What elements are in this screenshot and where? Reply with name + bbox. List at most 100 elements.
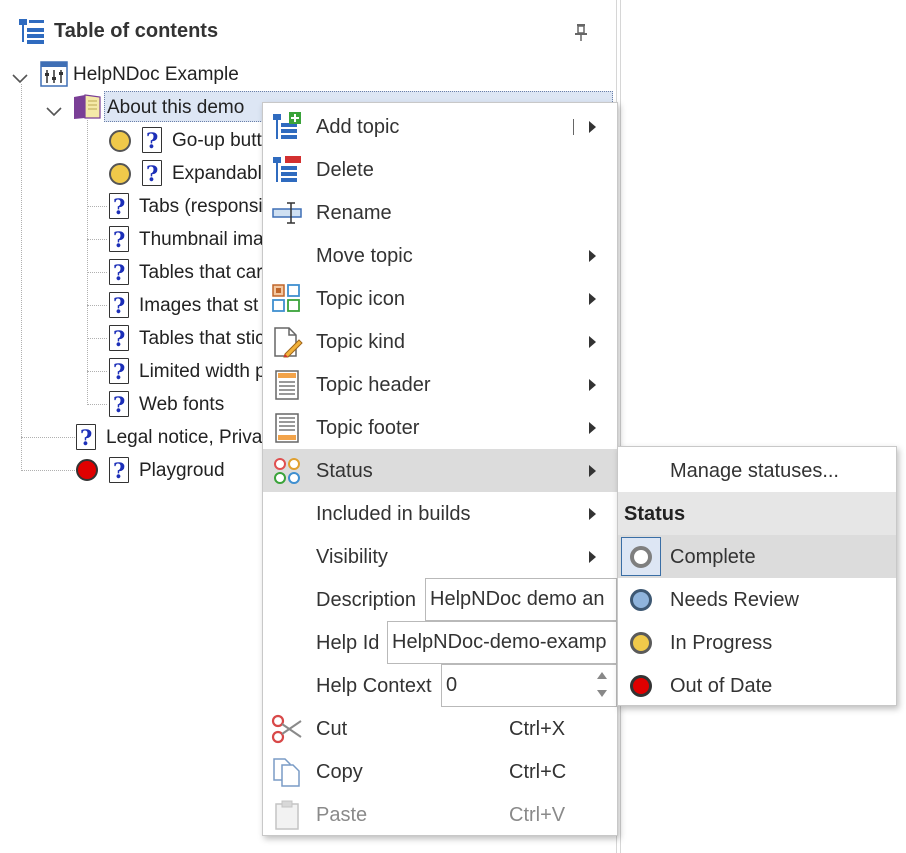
status-out-of-date-icon xyxy=(76,459,98,481)
submenu-arrow-icon xyxy=(589,293,596,305)
menu-label: Needs Review xyxy=(670,589,799,611)
menu-label: Copy xyxy=(316,761,363,783)
topic-icon xyxy=(109,193,129,219)
tree-item-label: Tabs (responsi xyxy=(139,196,263,217)
menu-add-topic[interactable]: Add topic xyxy=(263,105,617,148)
status-out-of-date[interactable]: Out of Date xyxy=(618,664,896,707)
status-in-progress[interactable]: In Progress xyxy=(618,621,896,664)
menu-cut[interactable]: Cut Ctrl+X xyxy=(263,707,617,750)
status-in-progress-icon xyxy=(109,130,131,152)
tree-item[interactable]: Web fonts xyxy=(0,390,270,420)
description-label: Description xyxy=(316,589,417,611)
pin-icon[interactable] xyxy=(572,22,590,48)
status-complete-icon xyxy=(630,546,652,568)
split-divider xyxy=(573,119,574,135)
menu-included-in-builds[interactable]: Included in builds xyxy=(263,492,617,535)
topic-icon xyxy=(76,424,96,450)
shortcut-label: Ctrl+C xyxy=(509,761,567,783)
tree-item-label: Tables that car xyxy=(139,262,263,283)
help-id-field[interactable]: HelpNDoc-demo-examp xyxy=(387,621,617,664)
tree-item-label: Playgroud xyxy=(139,460,225,481)
menu-topic-kind[interactable]: Topic kind xyxy=(263,320,617,363)
toc-icon xyxy=(18,18,46,52)
menu-move-topic[interactable]: Move topic xyxy=(263,234,617,277)
topic-icon xyxy=(109,226,129,252)
tree-item[interactable]: Go-up butt xyxy=(0,126,270,156)
tree-item[interactable]: Limited width p xyxy=(0,357,270,387)
menu-visibility[interactable]: Visibility xyxy=(263,535,617,578)
menu-rename[interactable]: Rename xyxy=(263,191,617,234)
submenu-arrow-icon xyxy=(589,422,596,434)
tree-item-label: Thumbnail ima xyxy=(139,229,264,250)
menu-help-id: Help Id HelpNDoc-demo-examp xyxy=(263,621,617,664)
menu-status[interactable]: Status xyxy=(263,449,617,492)
editor-area xyxy=(620,0,906,853)
submenu-arrow-icon xyxy=(589,508,596,520)
delete-topic-icon xyxy=(271,154,303,186)
menu-label: Topic icon xyxy=(316,288,405,310)
status-group-header: Status xyxy=(618,492,896,535)
menu-label: Move topic xyxy=(316,245,413,267)
submenu-arrow-icon xyxy=(589,551,596,563)
menu-label: Visibility xyxy=(316,546,388,568)
status-needs-review[interactable]: Needs Review xyxy=(618,578,896,621)
tree-item-label: Tables that stic xyxy=(139,328,265,349)
status-complete[interactable]: Complete xyxy=(618,535,896,578)
menu-topic-icon[interactable]: Topic icon xyxy=(263,277,617,320)
tree-item[interactable]: Tables that car xyxy=(0,258,270,288)
menu-topic-footer[interactable]: Topic footer xyxy=(263,406,617,449)
chevron-down-icon[interactable] xyxy=(12,68,28,90)
page-footer-icon xyxy=(271,412,303,444)
paste-icon xyxy=(271,799,303,831)
page-header-icon xyxy=(271,369,303,401)
help-context-field[interactable]: 0 xyxy=(441,664,617,707)
tree-item[interactable]: Tabs (responsi xyxy=(0,192,270,222)
submenu-arrow-icon xyxy=(589,379,596,391)
menu-help-context: Help Context 0 xyxy=(263,664,617,707)
spin-down-icon[interactable] xyxy=(597,690,607,697)
menu-description: Description HelpNDoc demo an xyxy=(263,578,617,621)
chevron-down-icon[interactable] xyxy=(46,101,62,123)
menu-label: Delete xyxy=(316,159,374,181)
topic-icon xyxy=(109,358,129,384)
menu-label: Topic footer xyxy=(316,417,420,439)
menu-copy[interactable]: Copy Ctrl+C xyxy=(263,750,617,793)
tree-item-label: Web fonts xyxy=(139,394,225,415)
shortcut-label: Ctrl+V xyxy=(509,804,566,826)
book-icon xyxy=(72,94,102,126)
submenu-arrow-icon xyxy=(589,250,596,262)
description-field[interactable]: HelpNDoc demo an xyxy=(425,578,617,621)
status-in-progress-icon xyxy=(630,632,652,654)
tree-item[interactable]: Images that st xyxy=(0,291,270,321)
help-id-label: Help Id xyxy=(316,632,380,654)
panel-header: Table of contents xyxy=(0,12,617,52)
tree-item[interactable]: Expandabl xyxy=(0,159,270,189)
document-edit-icon xyxy=(271,326,303,358)
tree-item-label: Legal notice, Privac xyxy=(106,427,272,448)
topic-icon xyxy=(142,160,162,186)
menu-label: Manage statuses... xyxy=(670,460,839,482)
menu-label: Rename xyxy=(316,202,392,224)
copy-icon xyxy=(271,756,303,788)
add-topic-icon xyxy=(271,111,303,143)
menu-label: In Progress xyxy=(670,632,773,654)
status-needs-review-icon xyxy=(630,589,652,611)
tree-item-playground[interactable]: Playgroud xyxy=(0,456,270,486)
help-context-label: Help Context xyxy=(316,675,432,697)
menu-delete[interactable]: Delete xyxy=(263,148,617,191)
menu-label: Cut xyxy=(316,718,348,740)
tree-item[interactable]: Tables that stic xyxy=(0,324,270,354)
menu-manage-statuses[interactable]: Manage statuses... xyxy=(618,449,896,492)
spin-up-icon[interactable] xyxy=(597,672,607,679)
menu-label: Included in builds xyxy=(316,503,471,525)
tree-item-root[interactable]: HelpNDoc Example xyxy=(0,60,400,90)
submenu-arrow-icon xyxy=(589,121,596,133)
tree-item-legal[interactable]: Legal notice, Privac xyxy=(0,423,272,453)
tree-item-label: HelpNDoc Example xyxy=(73,64,239,85)
context-menu: Add topic Delete Rename Move topic Topic… xyxy=(262,102,618,836)
menu-topic-header[interactable]: Topic header xyxy=(263,363,617,406)
status-out-of-date-icon xyxy=(630,675,652,697)
status-in-progress-icon xyxy=(109,163,131,185)
topic-icon xyxy=(109,391,129,417)
tree-item[interactable]: Thumbnail ima xyxy=(0,225,270,255)
